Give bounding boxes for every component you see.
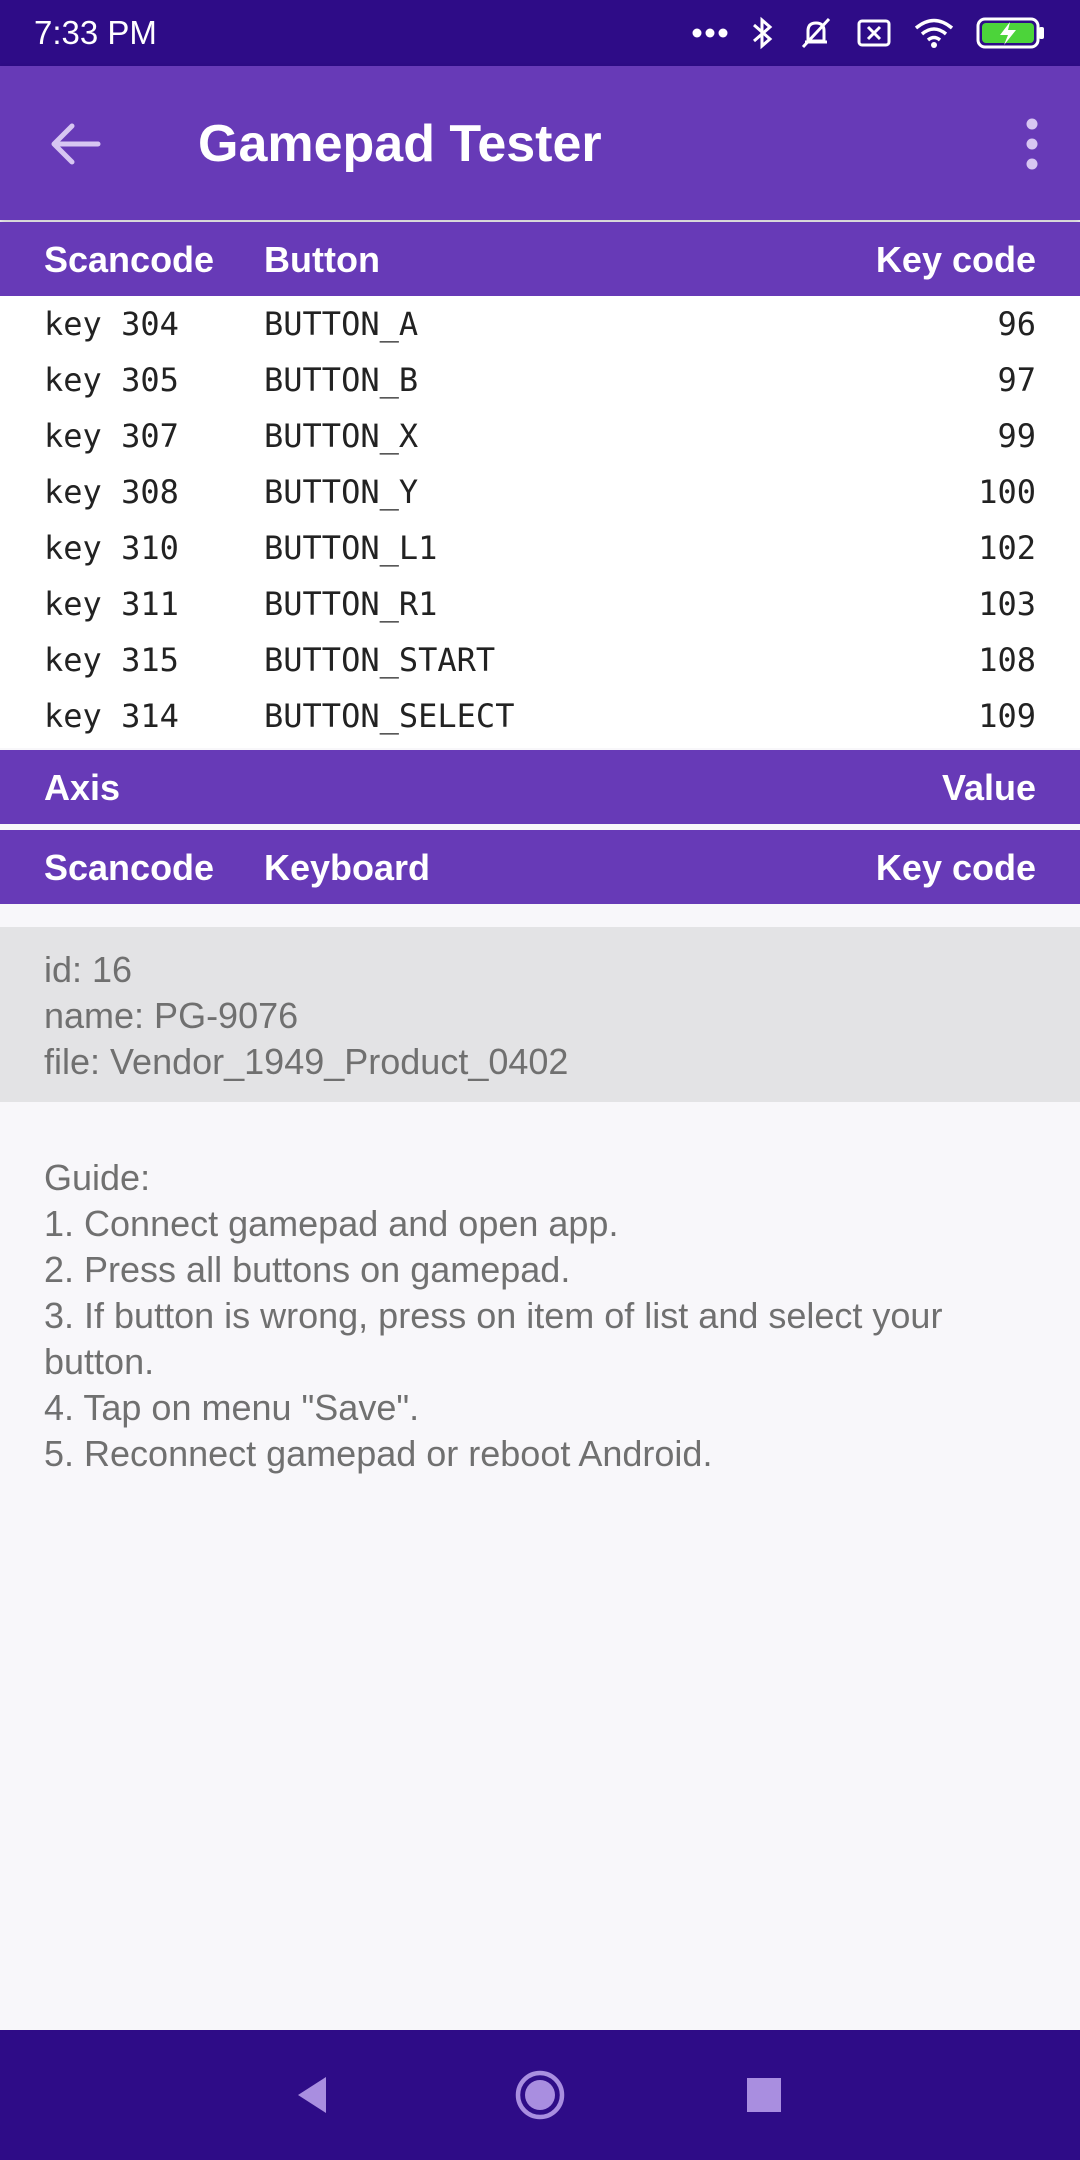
row-keycode: 109 bbox=[978, 697, 1036, 735]
wifi-icon bbox=[914, 18, 954, 48]
guide-step: 4. Tap on menu "Save". bbox=[44, 1387, 420, 1428]
more-dots-icon bbox=[692, 28, 728, 38]
row-button: BUTTON_START bbox=[264, 641, 496, 679]
table-row[interactable]: key 315 BUTTON_START 108 bbox=[0, 632, 1080, 688]
row-keycode: 108 bbox=[978, 641, 1036, 679]
more-options-button[interactable] bbox=[1004, 112, 1060, 176]
row-scancode: key 314 bbox=[44, 697, 179, 735]
buttons-table: key 304 BUTTON_A 96 key 305 BUTTON_B 97 … bbox=[0, 296, 1080, 748]
table-row[interactable]: key 308 BUTTON_Y 100 bbox=[0, 464, 1080, 520]
bluetooth-icon bbox=[753, 16, 773, 50]
row-scancode: key 307 bbox=[44, 417, 179, 455]
row-button: BUTTON_SELECT bbox=[264, 697, 515, 735]
header-keycode: Key code bbox=[875, 239, 1036, 280]
guide-title: Guide: bbox=[44, 1157, 151, 1198]
sim-card-icon bbox=[857, 19, 891, 47]
nav-back-button[interactable] bbox=[277, 2060, 347, 2130]
navigation-bar bbox=[0, 2030, 1080, 2160]
header-keyboard: Keyboard bbox=[264, 847, 431, 888]
header-scancode: Scancode bbox=[44, 847, 215, 888]
guide: Guide: 1. Connect gamepad and open app. … bbox=[0, 1155, 1080, 1477]
row-keycode: 99 bbox=[997, 417, 1036, 455]
device-id: id: 16 bbox=[44, 949, 133, 990]
table-row[interactable]: key 311 BUTTON_R1 103 bbox=[0, 576, 1080, 632]
row-keycode: 100 bbox=[978, 473, 1036, 511]
row-button: BUTTON_B bbox=[264, 361, 419, 399]
row-scancode: key 305 bbox=[44, 361, 179, 399]
table-row[interactable]: key 310 BUTTON_L1 102 bbox=[0, 520, 1080, 576]
guide-step: 1. Connect gamepad and open app. bbox=[44, 1203, 619, 1244]
nav-back-icon bbox=[298, 2077, 326, 2113]
table-row[interactable]: key 307 BUTTON_X 99 bbox=[0, 408, 1080, 464]
more-vert-icon bbox=[1026, 118, 1038, 170]
nav-home-icon bbox=[515, 2070, 565, 2120]
device-info: id: 16 name: PG-9076 file: Vendor_1949_P… bbox=[0, 927, 1080, 1102]
row-keycode: 102 bbox=[978, 529, 1036, 567]
row-button: BUTTON_Y bbox=[264, 473, 419, 511]
table-row[interactable]: key 304 BUTTON_A 96 bbox=[0, 296, 1080, 352]
header-value: Value bbox=[941, 767, 1036, 808]
status-bar: 7:33 PM bbox=[0, 0, 1080, 66]
row-button: BUTTON_R1 bbox=[264, 585, 438, 623]
nav-recents-button[interactable] bbox=[729, 2060, 799, 2130]
row-button: BUTTON_L1 bbox=[264, 529, 438, 567]
row-scancode: key 315 bbox=[44, 641, 179, 679]
guide-step: 3. If button is wrong, press on item of … bbox=[44, 1295, 943, 1382]
mute-icon bbox=[801, 17, 831, 49]
nav-recents-icon bbox=[747, 2078, 781, 2112]
nav-home-button[interactable] bbox=[505, 2060, 575, 2130]
guide-step: 2. Press all buttons on gamepad. bbox=[44, 1249, 571, 1290]
buttons-table-header: Scancode Button Key code bbox=[0, 222, 1080, 296]
guide-step: 5. Reconnect gamepad or reboot Android. bbox=[44, 1433, 713, 1474]
status-icons bbox=[692, 15, 1046, 51]
back-button[interactable] bbox=[40, 116, 112, 172]
battery-charging-icon bbox=[976, 17, 1044, 49]
app-title: Gamepad Tester bbox=[198, 115, 602, 173]
row-scancode: key 311 bbox=[44, 585, 179, 623]
arrow-back-icon bbox=[51, 123, 101, 165]
table-row[interactable]: key 314 BUTTON_SELECT 109 bbox=[0, 688, 1080, 744]
row-keycode: 97 bbox=[997, 361, 1036, 399]
header-axis: Axis bbox=[44, 767, 121, 808]
row-button: BUTTON_A bbox=[264, 305, 419, 343]
app-bar: Gamepad Tester bbox=[0, 66, 1080, 220]
header-keycode: Key code bbox=[875, 847, 1036, 888]
header-scancode: Scancode bbox=[44, 239, 215, 280]
row-keycode: 96 bbox=[997, 305, 1036, 343]
row-scancode: key 310 bbox=[44, 529, 179, 567]
row-keycode: 103 bbox=[978, 585, 1036, 623]
device-file: file: Vendor_1949_Product_0402 bbox=[44, 1041, 569, 1082]
device-name: name: PG-9076 bbox=[44, 995, 299, 1036]
table-row[interactable]: key 305 BUTTON_B 97 bbox=[0, 352, 1080, 408]
row-scancode: key 308 bbox=[44, 473, 179, 511]
axis-table-header: Axis Value bbox=[0, 750, 1080, 824]
row-scancode: key 304 bbox=[44, 305, 179, 343]
row-button: BUTTON_X bbox=[264, 417, 419, 455]
status-time: 7:33 PM bbox=[34, 14, 157, 51]
header-button: Button bbox=[264, 239, 380, 280]
keyboard-table-header: Scancode Keyboard Key code bbox=[0, 830, 1080, 904]
